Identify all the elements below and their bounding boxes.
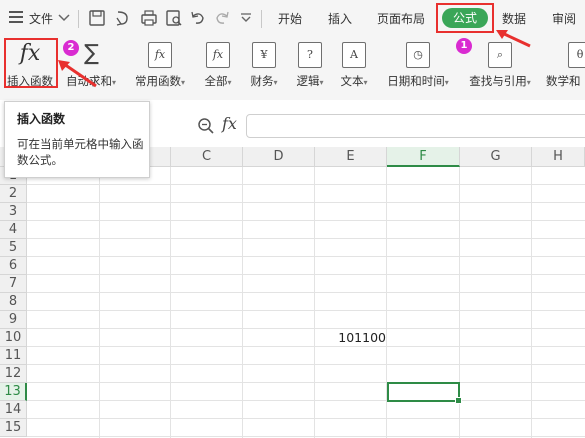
highlight-insert-function	[4, 38, 58, 88]
column-header-h[interactable]: H	[532, 147, 585, 167]
grid-line	[242, 167, 243, 438]
customize-toolbar-icon[interactable]	[240, 13, 258, 31]
text-label: 文本▾	[340, 74, 368, 88]
row-header-15[interactable]: 15	[0, 419, 27, 437]
undo-icon[interactable]	[190, 9, 208, 27]
text-a-icon: A	[342, 42, 366, 68]
grid-line	[27, 400, 585, 401]
grid-line	[27, 364, 585, 365]
common-functions-button[interactable]: fx 常用函数▾	[130, 39, 190, 95]
math-trig-button[interactable]: θ 数学和	[544, 39, 585, 95]
column-header-g[interactable]: G	[460, 147, 532, 167]
grid-line	[27, 220, 585, 221]
row-header-13[interactable]: 13	[0, 383, 27, 401]
column-header-d[interactable]: D	[243, 147, 315, 167]
grid-line	[27, 256, 585, 257]
logical-label: 逻辑▾	[296, 74, 324, 88]
row-header-12[interactable]: 12	[0, 365, 27, 383]
grid-line	[27, 274, 585, 275]
chevron-down-icon[interactable]	[58, 13, 76, 31]
row-header-7[interactable]: 7	[0, 275, 27, 293]
date-time-label: 日期和时间▾	[387, 74, 449, 88]
separator	[78, 10, 79, 28]
tab-review[interactable]: 审阅	[552, 11, 576, 27]
all-functions-icon: fx	[206, 42, 230, 68]
clock-icon: ◷	[406, 42, 430, 68]
question-icon: ?	[298, 42, 322, 68]
file-menu[interactable]: 文件	[29, 11, 53, 27]
output-icon[interactable]	[114, 9, 132, 27]
column-header-f[interactable]: F	[387, 147, 460, 167]
grid-line	[27, 418, 585, 419]
grid-line	[27, 382, 585, 383]
grid-line	[531, 167, 532, 438]
row-header-9[interactable]: 9	[0, 311, 27, 329]
logical-button[interactable]: ? 逻辑▾	[290, 39, 330, 95]
print-icon[interactable]	[140, 9, 158, 27]
menu-icon[interactable]	[8, 10, 26, 28]
grid-line	[314, 167, 315, 438]
grid-line	[170, 167, 171, 438]
grid-line	[27, 310, 585, 311]
all-functions-label: 全部▾	[204, 74, 232, 88]
math-icon: θ	[568, 42, 585, 68]
tab-home[interactable]: 开始	[278, 11, 302, 27]
grid-line	[27, 184, 585, 185]
grid-line	[27, 238, 585, 239]
arrow-to-formulas-tab	[496, 30, 531, 48]
redo-icon[interactable]	[214, 9, 232, 27]
math-trig-label: 数学和	[546, 74, 581, 88]
grid-line	[27, 328, 585, 329]
tooltip-title: 插入函数	[17, 112, 66, 126]
row-header-11[interactable]: 11	[0, 347, 27, 365]
save-icon[interactable]	[88, 9, 106, 27]
row-header-14[interactable]: 14	[0, 401, 27, 419]
active-cell-f13[interactable]	[387, 382, 462, 404]
grid-line	[27, 292, 585, 293]
tooltip-description: 可在当前单元格中输入函数公式。	[17, 137, 144, 167]
date-time-button[interactable]: ◷ 日期和时间▾	[380, 39, 456, 95]
separator	[261, 10, 262, 28]
row-header-6[interactable]: 6	[0, 257, 27, 275]
column-header-c[interactable]: C	[171, 147, 243, 167]
common-functions-label: 常用函数▾	[134, 74, 185, 88]
row-header-8[interactable]: 8	[0, 293, 27, 311]
grid-line	[99, 167, 100, 438]
arrow-to-insert-function	[58, 60, 97, 88]
cell-e10[interactable]: 101100	[316, 330, 386, 345]
row-header-5[interactable]: 5	[0, 239, 27, 257]
row-header-10[interactable]: 10	[0, 329, 27, 347]
row-header-4[interactable]: 4	[0, 221, 27, 239]
financial-button[interactable]: ¥ 财务▾	[244, 39, 284, 95]
fx-label[interactable]: fx	[222, 114, 237, 133]
row-header-3[interactable]: 3	[0, 203, 27, 221]
yen-icon: ¥	[252, 42, 276, 68]
insert-function-tooltip: 插入函数 可在当前单元格中输入函数公式。	[4, 101, 150, 178]
step-badge-2: 2	[63, 40, 79, 56]
tab-data[interactable]: 数据	[502, 11, 526, 27]
lookup-reference-label: 查找与引用▾	[469, 74, 531, 88]
tab-page-layout[interactable]: 页面布局	[377, 11, 425, 27]
row-header-2[interactable]: 2	[0, 185, 27, 203]
formula-input[interactable]	[246, 114, 585, 138]
step-badge-1: 1	[456, 38, 472, 54]
all-functions-button[interactable]: fx 全部▾	[198, 39, 238, 95]
highlight-formulas-tab	[436, 3, 494, 33]
grid-line	[27, 346, 585, 347]
print-preview-icon[interactable]	[165, 9, 183, 27]
column-header-e[interactable]: E	[315, 147, 387, 167]
grid-line	[27, 202, 585, 203]
text-button[interactable]: A 文本▾	[334, 39, 374, 95]
financial-label: 财务▾	[250, 74, 278, 88]
tab-insert[interactable]: 插入	[328, 11, 352, 27]
grid-line	[27, 436, 585, 437]
zoom-icon[interactable]	[197, 117, 215, 135]
common-functions-icon: fx	[148, 42, 172, 68]
